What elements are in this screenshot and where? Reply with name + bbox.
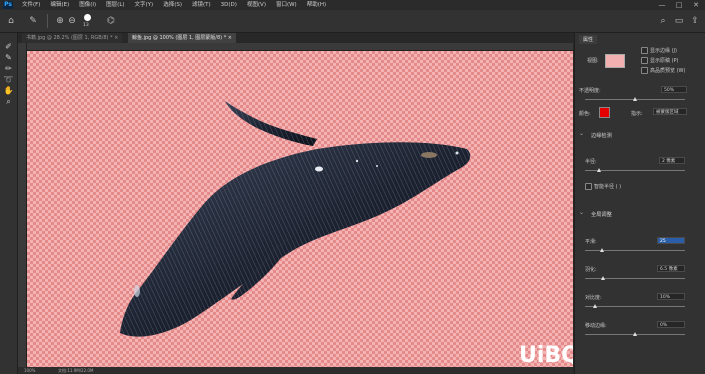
- smooth-label: 平滑:: [585, 239, 597, 245]
- smart-radius-checkbox[interactable]: [585, 183, 592, 190]
- refine-brush-tool-icon[interactable]: ✎: [26, 14, 40, 28]
- feather-slider-thumb[interactable]: [601, 276, 605, 280]
- opacity-label: 不透明度:: [579, 88, 601, 94]
- properties-panel: 属性 显示边缘 (J) 显示原稿 (P) 高品质预览 (W) 视图: 不透明度:…: [574, 33, 705, 374]
- feather-slider-track[interactable]: [585, 278, 685, 279]
- menu-edit[interactable]: 编辑(E): [50, 1, 69, 9]
- menu-filter[interactable]: 滤镜(T): [192, 1, 211, 9]
- horizontal-ruler: [27, 43, 573, 51]
- subtract-from-selection-icon[interactable]: ⊖: [65, 14, 79, 28]
- tab-book-doc[interactable]: 书籍.jpg @ 28.2% (图层 1, RGB/8) * ×: [22, 33, 123, 43]
- menu-bar: Ps 文件(F) 编辑(E) 图像(I) 图层(L) 文字(Y) 选择(S) 滤…: [0, 0, 705, 10]
- menu-image[interactable]: 图像(I): [79, 1, 96, 9]
- maximize-button[interactable]: □: [671, 0, 687, 10]
- edge-detection-header[interactable]: 边缘检测: [591, 132, 612, 139]
- tab-label: 鲸鱼.jpg @ 100% (图层 1, 图层蒙版/8) *: [132, 35, 227, 41]
- share-icon[interactable]: ⇪: [688, 14, 702, 28]
- hq-preview-label: 高品质预览 (W): [650, 68, 686, 74]
- divider: [47, 14, 48, 28]
- smooth-input[interactable]: 25: [657, 237, 685, 244]
- whale-image: [120, 101, 471, 337]
- menu-select[interactable]: 选择(S): [163, 1, 182, 9]
- tools-panel: ✐ ✎ ✏ ➰ ✋ ⌕: [0, 33, 18, 374]
- app-logo: Ps: [3, 1, 13, 9]
- show-original-checkbox[interactable]: [641, 57, 648, 64]
- brush-size-label: 13: [83, 23, 89, 28]
- menu-view[interactable]: 视图(V): [247, 1, 266, 9]
- radius-label: 半径:: [585, 159, 597, 165]
- workspace-icon[interactable]: ▭: [672, 14, 686, 28]
- menu-file[interactable]: 文件(F): [22, 1, 40, 9]
- indicates-label: 指示:: [631, 111, 643, 117]
- mask-color-swatch[interactable]: [599, 107, 610, 118]
- contrast-slider-track[interactable]: [585, 306, 685, 307]
- color-label: 颜色:: [579, 111, 591, 117]
- contrast-input[interactable]: 10%: [657, 293, 685, 300]
- home-icon[interactable]: ⌂: [4, 14, 18, 28]
- smooth-slider-thumb[interactable]: [600, 248, 604, 252]
- menu-help[interactable]: 帮助(H): [307, 1, 326, 9]
- radius-input[interactable]: 2 像素: [659, 157, 685, 164]
- opacity-input[interactable]: 50%: [661, 86, 687, 93]
- zoom-tool-icon[interactable]: ⌕: [3, 97, 14, 107]
- chevron-down-icon[interactable]: ⌄: [579, 209, 584, 216]
- contrast-label: 对比度:: [585, 295, 602, 301]
- document-tabs: 书籍.jpg @ 28.2% (图层 1, RGB/8) * × 鲸鱼.jpg …: [18, 33, 573, 43]
- smart-radius-label: 智能半径 ( ): [594, 184, 622, 190]
- chevron-down-icon[interactable]: ⌄: [579, 130, 584, 137]
- contrast-slider-thumb[interactable]: [593, 304, 597, 308]
- watermark-logo: UiBQ.CoM: [519, 343, 573, 367]
- vertical-ruler: [18, 43, 27, 367]
- indicates-dropdown[interactable]: 被蒙版区域: [653, 108, 687, 115]
- menu-layer[interactable]: 图层(L): [106, 1, 124, 9]
- hq-preview-checkbox[interactable]: [641, 67, 648, 74]
- shift-edge-label: 移动边缘:: [585, 323, 607, 329]
- refine-edge-brush-tool-icon[interactable]: ✎: [3, 53, 14, 63]
- brush-tool-icon[interactable]: ✏: [3, 64, 14, 74]
- hand-tool-icon[interactable]: ✋: [3, 86, 14, 96]
- feather-input[interactable]: 6.5 像素: [657, 265, 685, 272]
- zoom-level[interactable]: 100%: [24, 367, 35, 374]
- tab-properties[interactable]: 属性: [579, 35, 598, 44]
- menu-items: 文件(F) 编辑(E) 图像(I) 图层(L) 文字(Y) 选择(S) 滤镜(T…: [22, 1, 326, 9]
- tab-label: 书籍.jpg @ 28.2% (图层 1, RGB/8) *: [26, 35, 113, 41]
- close-button[interactable]: ✕: [688, 0, 704, 10]
- view-label: 视图:: [587, 58, 599, 64]
- status-bar: 100% 文档:11.9M/22.0M: [18, 367, 573, 374]
- shift-edge-slider-thumb[interactable]: [633, 332, 637, 336]
- options-bar: ⌂ ✎ ⊕ ⊖ 13 ⌬ ⌕ ▭ ⇪: [0, 10, 705, 33]
- tab-whale-doc[interactable]: 鲸鱼.jpg @ 100% (图层 1, 图层蒙版/8) * ×: [128, 33, 236, 43]
- document-canvas[interactable]: UiBQ.CoM: [27, 51, 573, 367]
- shift-edge-input[interactable]: 0%: [657, 321, 685, 328]
- global-refinement-header[interactable]: 全局调整: [591, 211, 612, 218]
- view-mode-dropdown[interactable]: [605, 54, 625, 68]
- show-edge-checkbox[interactable]: [641, 47, 648, 54]
- brush-preview-icon[interactable]: [84, 14, 91, 21]
- minimize-button[interactable]: —: [654, 0, 670, 10]
- menu-window[interactable]: 窗口(W): [276, 1, 297, 9]
- sample-all-layers-icon[interactable]: ⌬: [104, 14, 118, 28]
- lasso-tool-icon[interactable]: ➰: [3, 75, 14, 85]
- tab-close-icon[interactable]: ×: [228, 35, 232, 41]
- search-icon[interactable]: ⌕: [656, 14, 670, 28]
- feather-label: 羽化:: [585, 267, 597, 273]
- menu-3d[interactable]: 3D(D): [221, 1, 237, 9]
- show-edge-label: 显示边缘 (J): [650, 48, 677, 54]
- radius-slider-thumb[interactable]: [597, 168, 601, 172]
- doc-size: 文档:11.9M/22.0M: [58, 368, 94, 373]
- tab-close-icon[interactable]: ×: [114, 35, 118, 41]
- opacity-slider-thumb[interactable]: [633, 97, 637, 101]
- show-original-label: 显示原稿 (P): [650, 58, 679, 64]
- quick-selection-tool-icon[interactable]: ✐: [3, 42, 14, 52]
- menu-type[interactable]: 文字(Y): [135, 1, 154, 9]
